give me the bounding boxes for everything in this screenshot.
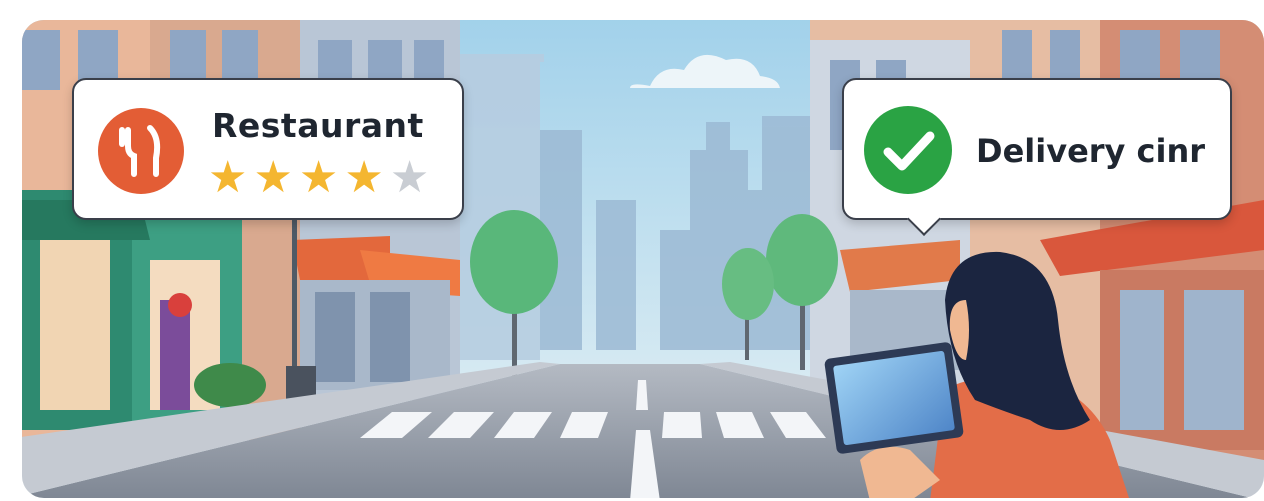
restaurant-card: Restaurant ★ ★ ★ ★ ★: [72, 78, 464, 220]
star-icon: ★: [344, 153, 384, 202]
star-icon: ★: [253, 153, 293, 202]
star-icon: ★: [208, 153, 248, 202]
delivery-title: Delivery cinr: [976, 132, 1206, 170]
star-rating: ★ ★ ★ ★ ★: [208, 156, 429, 200]
delivery-card: Delivery cinr: [842, 78, 1232, 236]
star-icon: ★: [298, 153, 339, 202]
restaurant-title: Restaurant: [212, 106, 424, 145]
star-icon: ★: [389, 153, 430, 202]
street-scene-illustration: [22, 20, 1264, 498]
checkmark-icon: [864, 106, 952, 194]
fork-knife-icon: [98, 108, 184, 194]
